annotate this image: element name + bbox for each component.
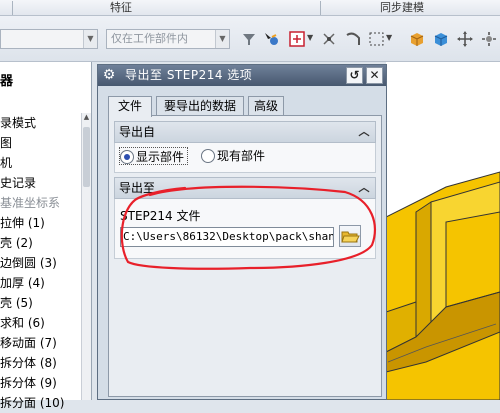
browse-folder-button[interactable] (339, 225, 361, 247)
navigator-title: 器 (0, 74, 14, 89)
navigator-item[interactable]: 加厚 (4) (0, 273, 82, 293)
chevron-down-icon[interactable]: ▼ (307, 33, 313, 42)
selection-filter-combo[interactable]: ▼ (0, 29, 98, 49)
chevron-down-icon[interactable]: ▼ (215, 30, 229, 48)
ribbon-separator (320, 1, 321, 15)
navigator-item[interactable]: 拉伸 (1) (0, 213, 82, 233)
radio-unselected-icon[interactable] (201, 148, 215, 163)
ribbon-group-sync-modeling[interactable]: 同步建模 (380, 0, 424, 16)
navigator-item[interactable]: 录模式 (0, 113, 82, 133)
navigator-item[interactable]: 机 (0, 153, 82, 173)
step214-file-label: STEP214 文件 (120, 209, 201, 223)
part-navigator-panel: 器 录模式图机史记录 基准坐标系 拉伸 (1) 壳 (2) 边倒圆 (3) 加厚 (4) 壳… (0, 62, 92, 410)
cube-view-icon[interactable] (432, 30, 450, 48)
scroll-up-icon[interactable]: ▲ (82, 113, 91, 125)
dialog-title: 导出至 STEP214 选项 (125, 68, 253, 82)
close-icon[interactable]: ✕ (366, 67, 383, 84)
navigator-item[interactable]: 拆分面 (10) (0, 393, 82, 413)
tab-file[interactable]: 文件 (108, 96, 152, 117)
navigator-scrollbar[interactable]: ▲ (81, 113, 91, 400)
gear-icon[interactable]: ⚙ (101, 67, 117, 83)
collapse-up-icon[interactable]: ︿ (356, 124, 372, 140)
section-body-export-to: STEP214 文件 C:\Users\86132\Desktop\pack\s… (114, 199, 376, 259)
navigator-item[interactable]: 图 (0, 133, 82, 153)
navigator-item[interactable]: 壳 (2) (0, 233, 82, 253)
navigator-item[interactable]: 拆分体 (9) (0, 373, 82, 393)
navigator-item[interactable]: 移动面 (7) (0, 333, 82, 353)
section-body-export-from: 显示部件 现有部件 (114, 143, 376, 173)
graphics-window[interactable] (385, 62, 500, 401)
selection-scope-combo[interactable]: 仅在工作部件内 ▼ (106, 29, 230, 49)
step214-file-path-input[interactable]: C:\Users\86132\Desktop\pack\shanchu (120, 227, 334, 247)
radio-label-existing-part: 现有部件 (217, 149, 266, 163)
snap-point-icon[interactable] (288, 30, 306, 48)
navigator-item[interactable]: 拆分体 (8) (0, 353, 82, 373)
chevron-down-icon[interactable]: ▼ (83, 30, 97, 48)
navigator-item[interactable]: 基准坐标系 (0, 193, 82, 213)
pan-view-icon[interactable] (456, 30, 474, 48)
navigator-item[interactable]: 史记录 (0, 173, 82, 193)
tab-advanced[interactable]: 高级 (248, 96, 284, 116)
export-step214-dialog: ⚙ 导出至 STEP214 选项 ↺ ✕ 文件 要导出的数据 高级 导出自 ︿ … (97, 64, 387, 400)
selection-scope-value: 仅在工作部件内 (111, 32, 188, 45)
navigator-list: 录模式图机史记录 基准坐标系 拉伸 (1) 壳 (2) 边倒圆 (3) 加厚 (4) 壳 (… (0, 113, 82, 413)
section-header-export-from[interactable]: 导出自 ︿ (114, 121, 376, 143)
rotate-view-icon[interactable] (480, 30, 498, 48)
collapse-up-icon[interactable]: ︿ (356, 180, 372, 196)
scrollbar-thumb[interactable] (83, 127, 90, 187)
reset-icon[interactable]: ↺ (346, 67, 363, 84)
ribbon-separator (12, 1, 13, 15)
folder-open-icon (341, 231, 360, 243)
navigator-item[interactable]: 求和 (6) (0, 313, 82, 333)
radio-existing-part[interactable]: 现有部件 (201, 147, 265, 165)
navigator-item[interactable]: 边倒圆 (3) (0, 253, 82, 273)
navigator-item[interactable]: 壳 (5) (0, 293, 82, 313)
box-select-icon[interactable] (368, 30, 386, 48)
chevron-down-icon[interactable]: ▼ (386, 33, 392, 42)
dialog-title-bar[interactable]: ⚙ 导出至 STEP214 选项 ↺ ✕ (98, 65, 386, 86)
section-title-export-to: 导出至 (119, 181, 156, 195)
radio-selected-icon[interactable] (120, 149, 134, 164)
radio-displayed-part[interactable]: 显示部件 (119, 147, 189, 165)
radio-label-displayed-part: 显示部件 (136, 150, 185, 164)
tab-content-file: 导出自 ︿ 显示部件 现有部件 导出至 ︿ STEP214 文件 C:\User… (108, 115, 382, 397)
ribbon-group-feature[interactable]: 特征 (110, 0, 132, 16)
toolbar: ▼ 仅在工作部件内 ▼ ▼ ▼ (0, 16, 500, 62)
yellow-part-model[interactable] (385, 62, 500, 401)
curve-tool-icon[interactable] (344, 30, 362, 48)
shaded-view-icon[interactable] (408, 30, 426, 48)
snap-endpoint-icon[interactable] (320, 30, 338, 48)
section-header-export-to[interactable]: 导出至 ︿ (114, 177, 376, 199)
section-title-export-from: 导出自 (119, 125, 156, 139)
ribbon-header: 特征 同步建模 (0, 0, 500, 16)
tab-data-to-export[interactable]: 要导出的数据 (156, 96, 244, 116)
filter-icon[interactable] (240, 30, 258, 48)
pick-tool-icon[interactable] (262, 30, 280, 48)
